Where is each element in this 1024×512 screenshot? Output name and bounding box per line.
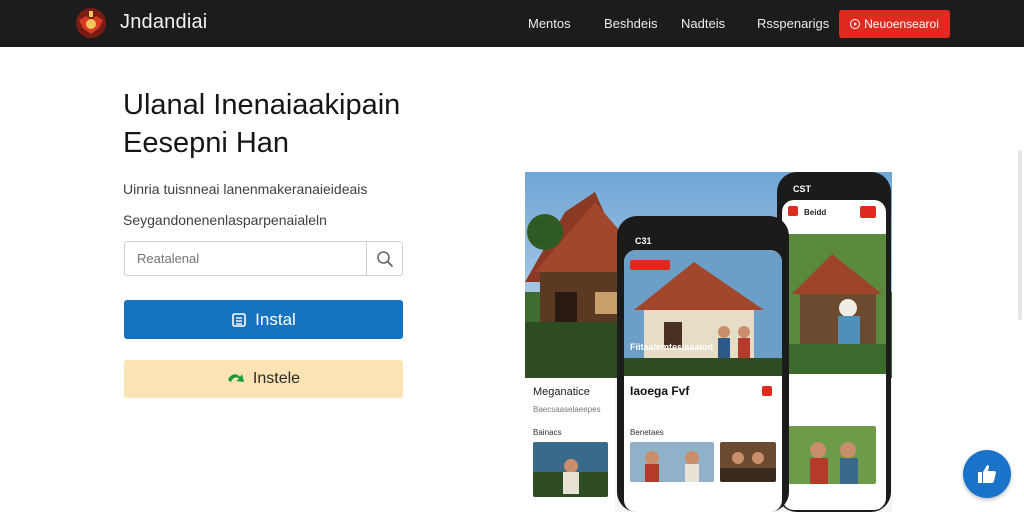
phone-center-screen: Fiitaalemtesiaaalod Iaoega Fvf Benetaes	[624, 250, 782, 512]
nav-item-rsspenarigs[interactable]: Rsspenarigs	[757, 16, 829, 31]
like-floating-button[interactable]	[963, 450, 1011, 498]
phone-center-thumbnail-1	[630, 442, 714, 482]
brand-name[interactable]: Jndandiai	[120, 11, 207, 34]
phone-right-photo	[782, 234, 886, 374]
phone-center-time: C31	[635, 236, 652, 246]
phone-right-menu-icon	[860, 206, 876, 218]
phone-right-thumbnail	[788, 426, 876, 484]
phone-right: CST Beidd	[777, 172, 891, 512]
hero-title: Ulanal Inenaiaakipain Eesepni Han	[123, 86, 463, 162]
search-box	[124, 241, 403, 276]
nav-item-nadteis[interactable]: Nadteis	[681, 16, 725, 31]
phone-right-time: CST	[793, 184, 811, 194]
header-cta-label: Neuoensearoi	[864, 17, 939, 31]
install-button-label: Instal	[255, 309, 296, 329]
phone-right-badge: Beidd	[804, 208, 827, 217]
phone-center-section: Benetaes	[630, 428, 664, 437]
hero-subtitle-line-2: Seygandonenenlasparpenaialeln	[123, 212, 327, 228]
search-button[interactable]	[367, 242, 403, 275]
hero-subtitle-line-1: Uinria tuisnneai lanenmakeranaieideais	[123, 181, 368, 197]
hero-title-line-2: Eesepni Han	[123, 127, 290, 159]
secondary-install-label: Instele	[252, 370, 301, 387]
garuda-emblem-logo[interactable]	[74, 6, 108, 40]
hero-title-line-1: Ulanal Inenaiaakipain	[123, 89, 401, 121]
search-input[interactable]	[125, 242, 366, 275]
nav-item-beshdeis[interactable]: Beshdeis	[604, 16, 657, 31]
app-showcase-image: Meganatice Baecsaaselaeepes Bainacs CST …	[525, 172, 892, 512]
phone-center-badge	[630, 260, 670, 270]
phone-center-thumbnail-2	[720, 442, 776, 482]
left-panel-title: Meganatice	[533, 386, 590, 398]
play-icon	[850, 19, 861, 29]
install-icon	[232, 312, 246, 327]
page-scrollbar[interactable]	[1018, 150, 1022, 320]
left-panel-thumbnail	[533, 442, 608, 497]
top-navigation-bar: Jndandiai Mentos Beshdeis Nadteis Rsspen…	[0, 0, 1024, 47]
left-panel-caption: Baecsaaselaeepes	[533, 405, 601, 414]
left-panel-section: Bainacs	[533, 428, 562, 437]
phone-right-screen: Beidd	[782, 200, 886, 510]
thumbs-up-icon	[978, 465, 996, 483]
phone-center: C31 Fiitaalemtesiaaalod Iaoega Fvf Benet…	[617, 216, 789, 512]
secondary-install-button[interactable]: Instele	[124, 360, 403, 398]
phone-center-share-icon[interactable]	[762, 386, 772, 396]
phone-center-headline: Iaoega Fvf	[630, 384, 690, 398]
nav-item-mentos[interactable]: Mentos	[528, 16, 571, 31]
install-button[interactable]: Instal	[124, 300, 403, 339]
search-icon	[377, 250, 393, 267]
green-arrow-icon	[227, 374, 244, 382]
phone-center-photo-caption: Fiitaalemtesiaaalod	[630, 342, 714, 352]
header-cta-button[interactable]: Neuoensearoi	[839, 10, 950, 38]
phone-right-app-icon	[788, 206, 798, 216]
